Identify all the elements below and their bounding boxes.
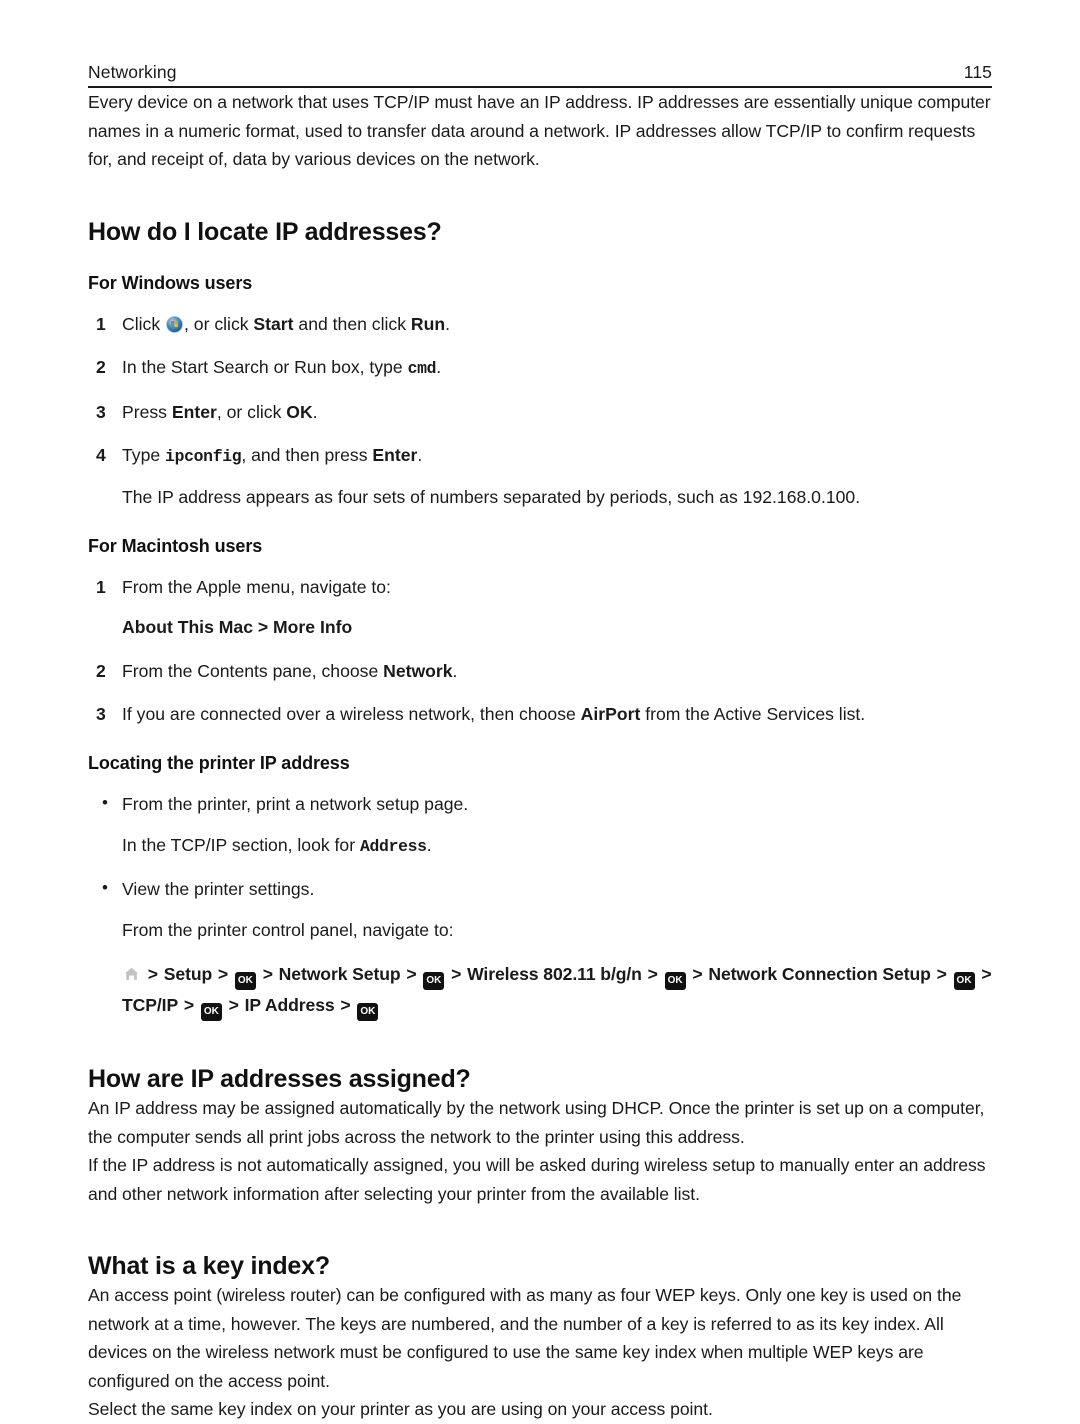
step-number: 1 xyxy=(96,576,106,597)
field-address: Address xyxy=(359,836,427,856)
bullet-cont-pre: In the TCP/IP section, look for xyxy=(122,834,360,855)
subheading-locating-printer-ip: Locating the printer IP address xyxy=(88,753,350,774)
ok-key-icon: OK xyxy=(200,1003,222,1022)
nav-label: Network Setup xyxy=(278,964,401,985)
step-bold-enter: Enter xyxy=(171,401,217,422)
nav-separator: > xyxy=(931,964,952,985)
header-section-title: Networking xyxy=(88,62,177,82)
apple-menu-path-label: About This Mac > More Info xyxy=(122,617,353,638)
list-item: • From the printer, print a network setup… xyxy=(88,791,992,859)
step-text-mid: , or click xyxy=(216,401,287,422)
control-panel-nav-path: > Setup > OK > Network Setup > OK > Wire… xyxy=(88,959,992,1022)
step-text: From the Apple menu, navigate to: xyxy=(122,576,391,597)
nav-separator: > xyxy=(976,964,992,985)
step-text-post: . xyxy=(417,444,423,465)
step-text-pre: Click xyxy=(122,313,166,334)
nav-separator: > xyxy=(642,964,663,985)
step-number: 2 xyxy=(96,356,106,377)
windows-steps-list: 1 Click , or click Start and then click R… xyxy=(88,311,992,510)
step-text-pre: In the Start Search or Run box, type xyxy=(122,356,408,377)
list-item: 1 Click , or click Start and then click R… xyxy=(88,311,992,337)
list-item: 2 In the Start Search or Run box, type cm… xyxy=(88,354,992,382)
step-continuation-ip-example: The IP address appears as four sets of n… xyxy=(122,486,861,507)
nav-label: Network Connection Setup xyxy=(708,964,931,985)
step-bold-enter: Enter xyxy=(372,444,418,465)
ok-key-icon: OK xyxy=(423,972,445,991)
command-ipconfig: ipconfig xyxy=(165,446,242,466)
nav-label: Setup xyxy=(163,964,213,985)
step-text-pre: Type xyxy=(122,444,166,465)
step-text-post: . xyxy=(452,660,458,681)
step-text-pre: Press xyxy=(122,401,172,422)
step-number: 1 xyxy=(96,313,106,334)
list-item: 2 From the Contents pane, choose Network. xyxy=(88,658,992,684)
bullet-continuation: In the TCP/IP section, look for Address. xyxy=(122,832,992,860)
subheading-for-windows-users: For Windows users xyxy=(88,272,253,293)
intro-paragraph: Every device on a network that uses TCP/… xyxy=(88,92,991,169)
macintosh-steps-list: 1 From the Apple menu, navigate to: About… xyxy=(88,574,992,728)
step-text-pre: From the Contents pane, choose xyxy=(122,660,384,681)
step-text-mid: , and then press xyxy=(241,444,373,465)
ok-key-icon: OK xyxy=(664,972,686,991)
subheading-for-macintosh-users: For Macintosh users xyxy=(88,535,263,556)
bullet-continuation: From the printer control panel, navigate… xyxy=(122,919,454,940)
paragraph: An access point (wireless router) can be… xyxy=(88,1285,962,1391)
bullet-text: From the printer, print a network setup … xyxy=(122,794,469,815)
bullet-text: View the printer settings. xyxy=(122,879,315,900)
nav-separator: > xyxy=(213,964,233,985)
nav-separator: > xyxy=(257,964,278,985)
list-item: 3 Press Enter, or click OK. xyxy=(88,399,992,425)
printer-ip-bullet-list: • From the printer, print a network setup… xyxy=(88,791,992,943)
bullet-cont-post: . xyxy=(426,834,432,855)
step-bold-network: Network xyxy=(383,660,453,681)
apple-menu-path: About This Mac > More Info xyxy=(122,614,992,640)
step-text-post: from the Active Services list. xyxy=(640,704,866,725)
nav-separator: > xyxy=(335,995,356,1016)
step-bold-airport: AirPort xyxy=(580,704,641,725)
step-text-pre: If you are connected over a wireless net… xyxy=(122,704,581,725)
step-bold-start: Start xyxy=(253,313,294,334)
paragraph: An IP address may be assigned automatica… xyxy=(88,1098,985,1147)
step-bold-run: Run xyxy=(410,313,446,334)
list-item: 3 If you are connected over a wireless ne… xyxy=(88,701,992,727)
section-heading-ip-assigned: How are IP addresses assigned? xyxy=(88,1065,471,1094)
step-number: 2 xyxy=(96,660,106,681)
command-cmd: cmd xyxy=(407,358,437,378)
step-text-post-b: and then click xyxy=(293,313,411,334)
paragraph: Select the same key index on your printe… xyxy=(88,1399,713,1420)
step-text-post-a: , or click xyxy=(184,313,254,334)
list-item: • View the printer settings. From the pri… xyxy=(88,876,992,943)
nav-separator: > xyxy=(687,964,708,985)
step-number: 3 xyxy=(96,704,106,725)
step-text-post-c: . xyxy=(445,313,450,334)
nav-label: IP Address xyxy=(244,995,335,1016)
nav-separator: > xyxy=(143,964,163,985)
nav-separator: > xyxy=(446,964,467,985)
list-item: 4 Type ipconfig, and then press Enter. Th… xyxy=(88,442,992,510)
page-number: 115 xyxy=(963,62,992,82)
nav-separator: > xyxy=(179,995,199,1016)
bullet-dot-icon: • xyxy=(102,793,108,813)
section-heading-key-index: What is a key index? xyxy=(88,1252,330,1281)
step-text-post: . xyxy=(312,401,318,422)
nav-separator: > xyxy=(401,964,422,985)
paragraph: If the IP address is not automatically a… xyxy=(88,1155,986,1204)
running-header: Networking 115 xyxy=(88,0,992,88)
ok-key-icon: OK xyxy=(234,972,256,991)
step-bold-ok: OK xyxy=(286,401,313,422)
document-page: Networking 115 Every device on a network… xyxy=(0,0,1080,1419)
step-text-post: . xyxy=(436,356,442,377)
home-icon xyxy=(122,965,141,983)
nav-separator: > xyxy=(223,995,244,1016)
step-number: 4 xyxy=(96,444,106,465)
section-heading-locate-ip: How do I locate IP addresses? xyxy=(88,217,442,246)
nav-label: TCP/IP xyxy=(122,995,179,1016)
step-number: 3 xyxy=(96,401,106,422)
list-item: 1 From the Apple menu, navigate to: About… xyxy=(88,574,992,641)
ok-key-icon: OK xyxy=(953,972,975,991)
ok-key-icon: OK xyxy=(357,1003,379,1022)
windows-start-orb-icon xyxy=(166,315,183,333)
nav-label: Wireless 802.11 b/g/n xyxy=(467,964,642,985)
bullet-dot-icon: • xyxy=(102,878,108,898)
